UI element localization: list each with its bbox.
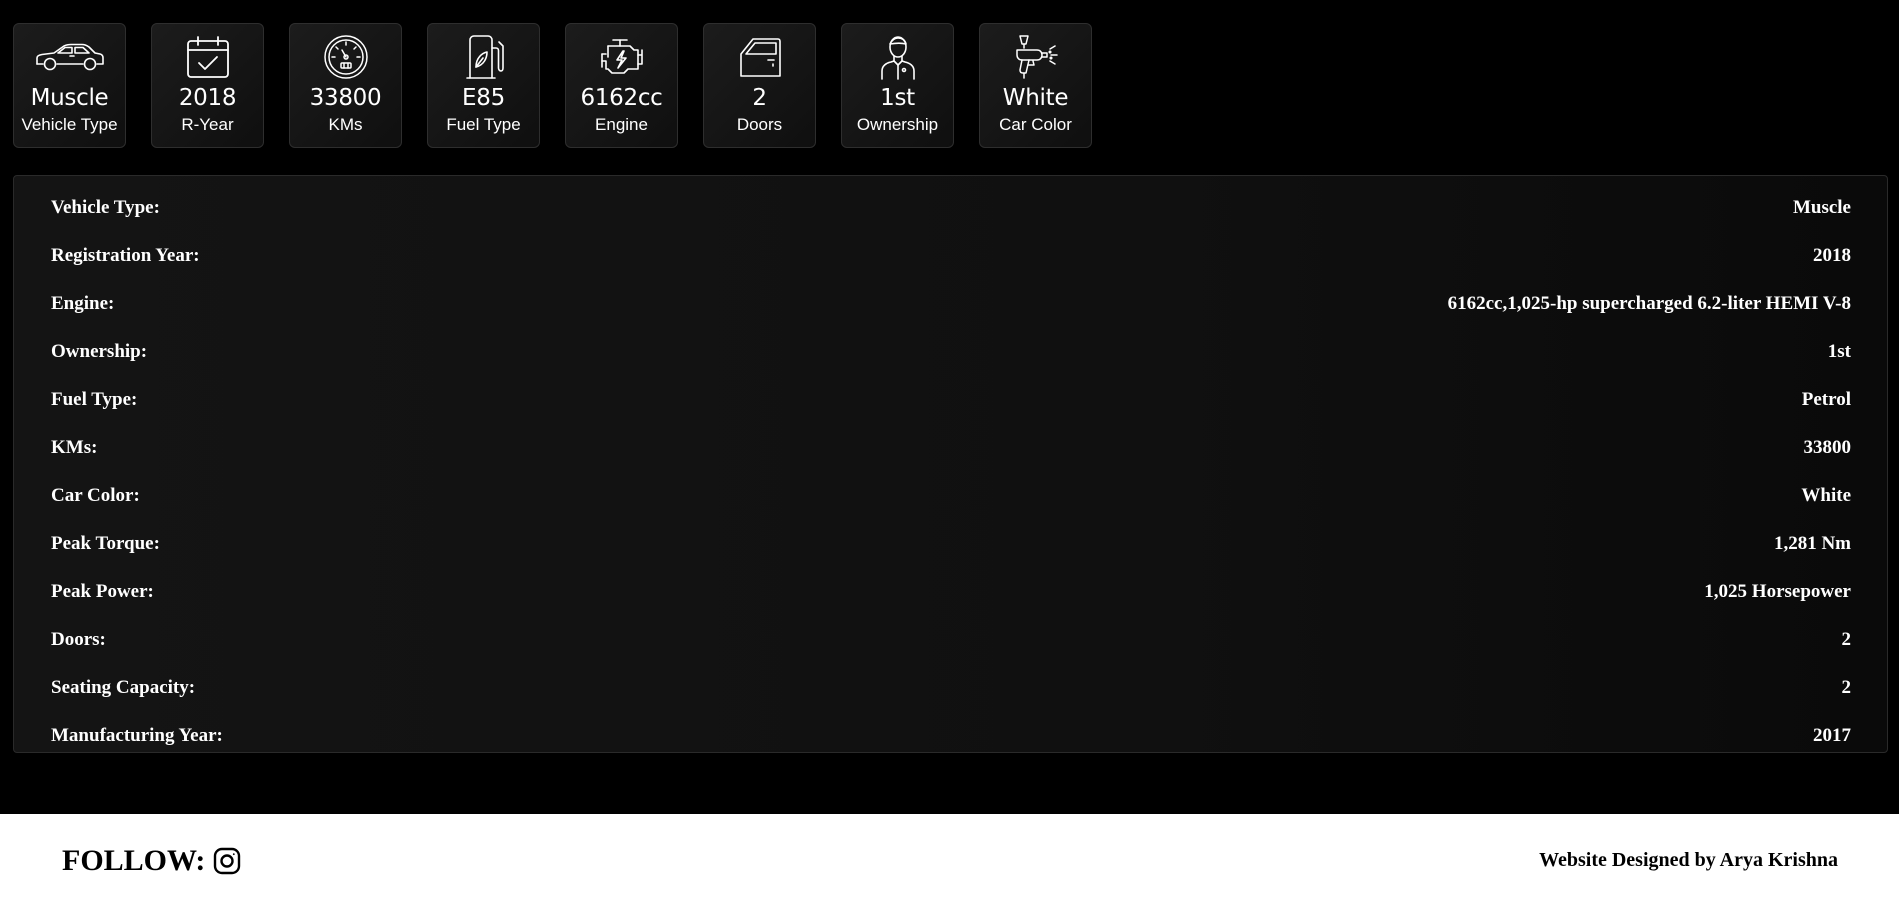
spec-value: 33800 (1803, 437, 1852, 458)
follow-label: FOLLOW: (62, 844, 206, 877)
spec-label: KMs: (51, 437, 98, 458)
card-label: Fuel Type (446, 115, 521, 134)
feature-cards: Muscle Vehicle Type 2018 R-Year 33800 KM… (13, 23, 1092, 148)
card-label: Vehicle Type (21, 115, 118, 134)
spec-value: 2018 (1813, 245, 1851, 266)
spec-value: 2 (1841, 677, 1852, 698)
card-value: 2018 (178, 85, 237, 111)
spec-label: Seating Capacity: (51, 677, 196, 698)
spec-label: Manufacturing Year: (51, 725, 223, 746)
card-label: R-Year (181, 115, 234, 134)
fuel-pump-icon (464, 33, 504, 81)
spec-value: 1,025 Horsepower (1704, 581, 1851, 602)
spec-label: Peak Power: (51, 581, 154, 602)
card-label: Engine (595, 115, 648, 134)
spec-label: Fuel Type: (51, 389, 138, 410)
spec-value: 1st (1827, 341, 1851, 362)
spec-label: Vehicle Type: (51, 197, 160, 218)
spec-value: Muscle (1792, 197, 1851, 218)
spec-value: 2 (1841, 629, 1852, 650)
specifications-table: Vehicle Type: Muscle Registration Year: … (13, 175, 1888, 753)
designer-credit: Website Designed by Arya Krishna (1539, 849, 1838, 871)
spec-label: Doors: (51, 629, 106, 650)
card-label: Car Color (999, 115, 1072, 134)
spec-row-peak-torque: Peak Torque: 1,281 Nm (51, 520, 1851, 568)
spec-label: Ownership: (51, 341, 148, 362)
calendar-check-icon (185, 33, 231, 81)
spec-row-car-color: Car Color: White (51, 472, 1851, 520)
spec-label: Car Color: (51, 485, 140, 506)
spec-row-kms: KMs: 33800 (51, 424, 1851, 472)
card-value: White (1002, 85, 1069, 111)
card-value: 1st (880, 85, 915, 111)
spec-row-fuel-type: Fuel Type: Petrol (51, 376, 1851, 424)
spec-value: White (1801, 485, 1851, 506)
spec-row-seating-capacity: Seating Capacity: 2 (51, 664, 1851, 712)
card-fuel-type: E85 Fuel Type (427, 23, 540, 148)
card-value: E85 (462, 85, 505, 111)
spec-label: Peak Torque: (51, 533, 160, 554)
spec-label: Registration Year: (51, 245, 200, 266)
person-icon (880, 33, 916, 81)
spec-row-doors: Doors: 2 (51, 616, 1851, 664)
card-r-year: 2018 R-Year (151, 23, 264, 148)
spec-value: Petrol (1801, 389, 1851, 410)
car-icon (34, 33, 106, 81)
card-engine: 6162cc Engine (565, 23, 678, 148)
card-vehicle-type: Muscle Vehicle Type (13, 23, 126, 148)
card-value: 2 (752, 85, 767, 111)
spec-row-registration-year: Registration Year: 2018 (51, 232, 1851, 280)
card-doors: 2 Doors (703, 23, 816, 148)
card-label: Ownership (856, 115, 939, 134)
card-ownership: 1st Ownership (841, 23, 954, 148)
card-car-color: White Car Color (979, 23, 1092, 148)
follow-section: FOLLOW: (62, 844, 241, 878)
spec-row-peak-power: Peak Power: 1,025 Horsepower (51, 568, 1851, 616)
spec-row-ownership: Ownership: 1st (51, 328, 1851, 376)
spec-row-manufacturing-year: Manufacturing Year: 2017 (51, 712, 1851, 760)
instagram-icon[interactable] (213, 847, 241, 875)
spec-value: 1,281 Nm (1773, 533, 1851, 554)
spec-row-vehicle-type: Vehicle Type: Muscle (51, 184, 1851, 232)
card-value: 6162cc (580, 85, 663, 111)
footer: FOLLOW: Website Designed by Arya Krishna (0, 814, 1899, 905)
engine-icon (598, 33, 646, 81)
spec-label: Engine: (51, 293, 115, 314)
car-door-icon (737, 33, 783, 81)
card-kms: 33800 KMs (289, 23, 402, 148)
card-value: 33800 (309, 85, 382, 111)
spec-value: 6162cc,1,025-hp supercharged 6.2-liter H… (1447, 293, 1851, 314)
speedometer-icon (323, 33, 369, 81)
spec-row-engine: Engine: 6162cc,1,025-hp supercharged 6.2… (51, 280, 1851, 328)
card-label: Doors (736, 115, 783, 134)
spec-value: 2017 (1813, 725, 1851, 746)
card-value: Muscle (30, 85, 109, 111)
card-label: KMs (328, 115, 363, 134)
spray-gun-icon (1013, 33, 1059, 81)
